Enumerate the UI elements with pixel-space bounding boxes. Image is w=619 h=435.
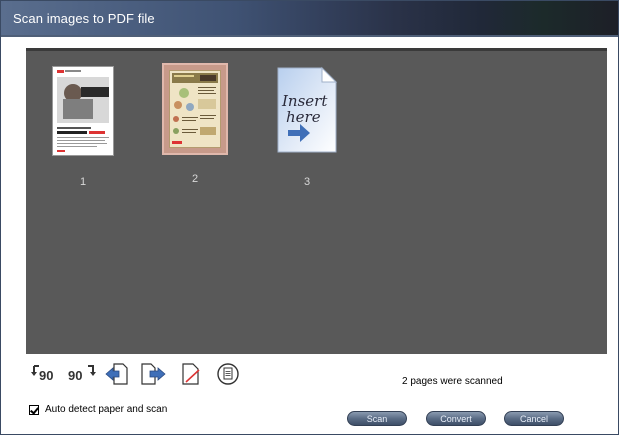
rotate-right-button[interactable]: 90 bbox=[67, 362, 97, 386]
move-page-right-icon bbox=[141, 363, 166, 385]
auto-detect-option[interactable]: Auto detect paper and scan bbox=[29, 404, 167, 415]
move-page-left-icon bbox=[105, 363, 128, 385]
delete-page-button[interactable] bbox=[179, 362, 203, 386]
convert-button[interactable]: Convert bbox=[426, 411, 486, 426]
page-number-2: 2 bbox=[191, 173, 199, 185]
svg-text:90: 90 bbox=[39, 368, 53, 383]
auto-detect-label: Auto detect paper and scan bbox=[45, 404, 168, 415]
rotate-right-icon: 90 bbox=[68, 365, 96, 383]
scan-to-pdf-window: Scan images to PDF file 1 2 Insert here … bbox=[0, 0, 619, 435]
title-bar[interactable]: Scan images to PDF file bbox=[1, 1, 618, 37]
rotate-left-icon: 90 bbox=[31, 365, 53, 383]
cancel-button[interactable]: Cancel bbox=[504, 411, 564, 426]
move-page-left-button[interactable] bbox=[105, 362, 129, 386]
delete-page-icon bbox=[182, 363, 200, 385]
move-page-right-button[interactable] bbox=[140, 362, 166, 386]
auto-detect-checkbox[interactable] bbox=[29, 404, 39, 415]
svg-text:90: 90 bbox=[68, 368, 82, 383]
page-1-image bbox=[52, 66, 114, 156]
zoom-page-button[interactable] bbox=[215, 362, 241, 386]
rotate-left-button[interactable]: 90 bbox=[30, 362, 60, 386]
page-number-1: 1 bbox=[79, 176, 87, 188]
zoom-page-icon bbox=[217, 363, 239, 385]
page-number-3: 3 bbox=[303, 176, 311, 188]
page-2-image bbox=[169, 70, 221, 148]
selected-page-frame bbox=[162, 63, 228, 155]
scan-status-text: 2 pages were scanned bbox=[402, 376, 503, 387]
scan-button[interactable]: Scan bbox=[347, 411, 407, 426]
window-title: Scan images to PDF file bbox=[13, 11, 155, 26]
insert-here-icon: Insert here bbox=[276, 66, 338, 156]
scanned-pages-area[interactable]: 1 2 Insert here 3 bbox=[26, 48, 607, 354]
